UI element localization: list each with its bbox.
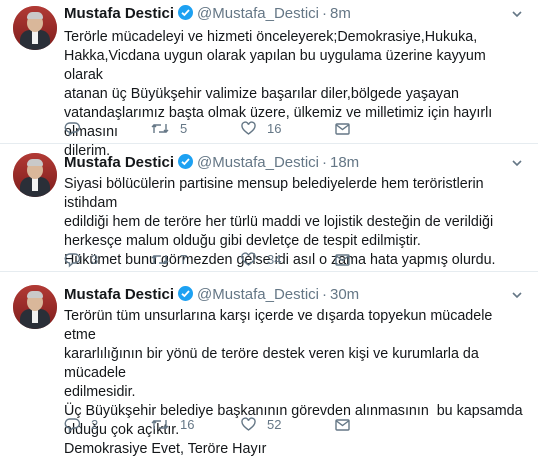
verified-badge-icon [178, 154, 194, 169]
tweet-text: Terörle mücadeleyi ve hizmeti önceleyere… [64, 29, 493, 159]
share-button[interactable] [334, 119, 351, 137]
like-button[interactable]: 16 [240, 119, 281, 137]
reply-button[interactable]: 2 [64, 415, 98, 433]
retweet-button[interactable]: 7 [150, 250, 187, 268]
avatar[interactable] [13, 6, 57, 50]
reply-icon [64, 121, 81, 137]
mail-icon [335, 122, 350, 135]
chevron-down-icon[interactable] [511, 8, 523, 20]
avatar[interactable] [13, 285, 57, 329]
author-name[interactable]: Mustafa Destici [64, 286, 174, 303]
tweet[interactable]: Mustafa Destici @Mustafa_Destici · 8m Terör… [0, 0, 538, 159]
avatar[interactable] [13, 153, 57, 197]
retweet-button[interactable]: 16 [150, 415, 194, 433]
tweet-time[interactable]: 8m [330, 5, 351, 22]
share-button[interactable] [334, 250, 351, 268]
tweet-actions: 5 16 [64, 119, 464, 137]
verified-badge-icon [178, 286, 194, 301]
heart-icon [241, 120, 256, 135]
like-button[interactable]: 52 [240, 415, 281, 433]
author-handle[interactable]: @Mustafa_Destici [197, 5, 319, 22]
like-button[interactable]: 34 [240, 250, 281, 268]
reply-button[interactable] [64, 119, 91, 137]
reply-count: 2 [91, 416, 99, 432]
author-handle[interactable]: @Mustafa_Destici [197, 154, 319, 171]
retweet-icon [151, 419, 169, 429]
mail-icon [335, 418, 350, 431]
reply-icon [64, 417, 81, 433]
chevron-down-icon[interactable] [511, 289, 523, 301]
tweet[interactable]: Mustafa Destici @Mustafa_Destici · 18m Siya… [0, 144, 538, 272]
tweet-time[interactable]: 18m [330, 154, 359, 171]
author-handle[interactable]: @Mustafa_Destici [197, 286, 319, 303]
tweet-actions: 2 16 52 [64, 415, 464, 433]
tweet-header: Mustafa Destici @Mustafa_Destici · 30m [64, 286, 360, 303]
like-count: 16 [267, 120, 282, 136]
share-button[interactable] [334, 415, 351, 433]
heart-icon [241, 416, 256, 431]
like-count: 34 [267, 251, 282, 267]
retweet-icon [151, 254, 169, 264]
chevron-down-icon[interactable] [511, 157, 523, 169]
verified-badge-icon [178, 5, 194, 20]
retweet-button[interactable]: 5 [150, 119, 187, 137]
tweet-header: Mustafa Destici @Mustafa_Destici · 8m [64, 5, 351, 22]
reply-count: 3 [91, 251, 99, 267]
author-name[interactable]: Mustafa Destici [64, 154, 174, 171]
tweet-time[interactable]: 30m [330, 286, 359, 303]
tweet-text: Terörün tüm unsurlarına karşı içerde ve … [64, 308, 523, 457]
author-name[interactable]: Mustafa Destici [64, 5, 174, 22]
mail-icon [335, 253, 350, 266]
tweet-actions: 3 7 34 [64, 250, 464, 268]
like-count: 52 [267, 416, 282, 432]
tweet-header: Mustafa Destici @Mustafa_Destici · 18m [64, 154, 360, 171]
retweet-icon [151, 123, 169, 133]
retweet-count: 5 [180, 120, 188, 136]
retweet-count: 16 [180, 416, 195, 432]
reply-button[interactable]: 3 [64, 250, 98, 268]
reply-icon [64, 252, 81, 268]
tweet[interactable]: Mustafa Destici @Mustafa_Destici · 30m Terö… [0, 272, 538, 457]
retweet-count: 7 [180, 251, 188, 267]
heart-icon [241, 251, 256, 266]
